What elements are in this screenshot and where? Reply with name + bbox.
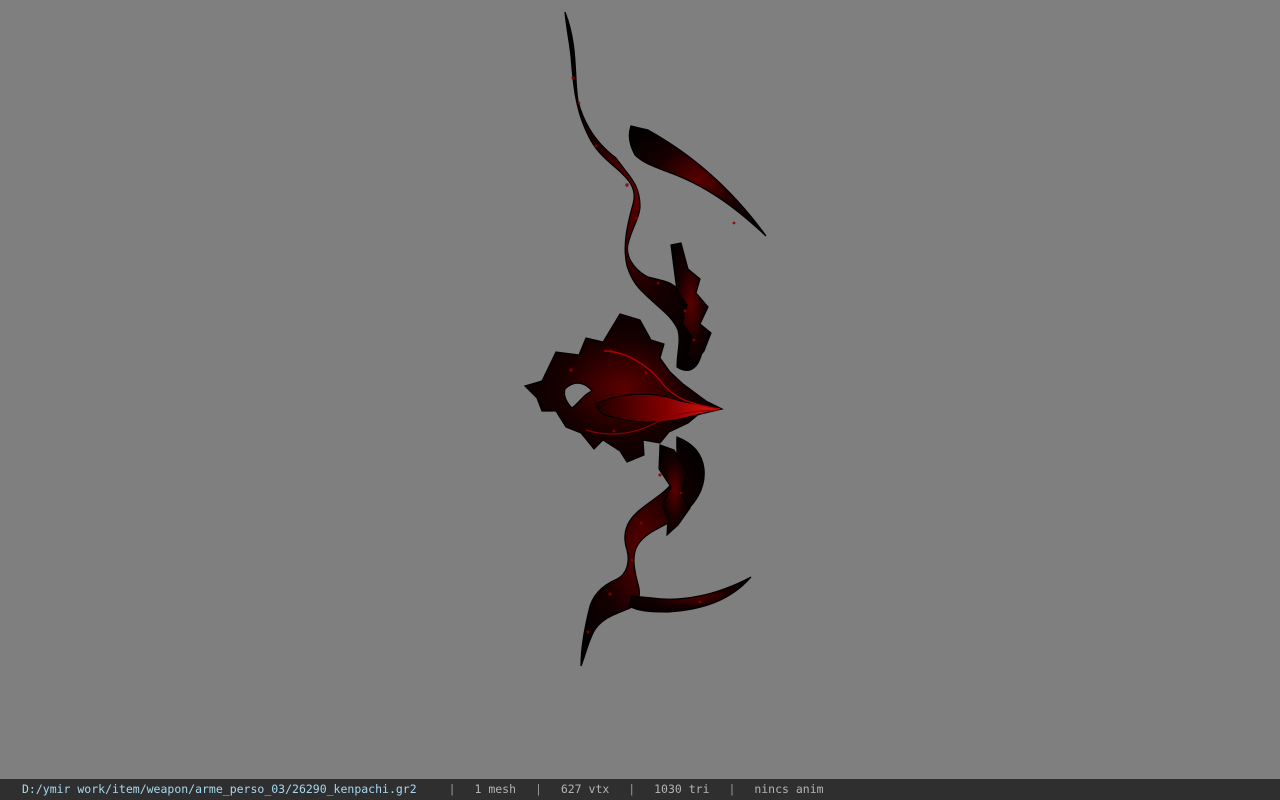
status-separator: | — [448, 782, 456, 796]
crossbow-upper-limb — [564, 11, 767, 371]
3d-viewport[interactable] — [0, 0, 1280, 779]
triangle-count: 1030 tri — [654, 782, 710, 796]
status-separator: | — [728, 782, 736, 796]
status-bar: D:/ymir work/item/weapon/arme_perso_03/2… — [0, 779, 1280, 800]
animation-status: nincs anim — [754, 782, 824, 796]
status-separator: | — [628, 782, 636, 796]
status-separator: | — [534, 782, 542, 796]
vertex-count: 627 vtx — [560, 782, 610, 796]
mesh-count: 1 mesh — [474, 782, 517, 796]
crossbow-lower-limb — [580, 436, 752, 667]
file-path: D:/ymir work/item/weapon/arme_perso_03/2… — [22, 782, 417, 796]
crossbow-model-icon[interactable] — [0, 0, 1280, 779]
